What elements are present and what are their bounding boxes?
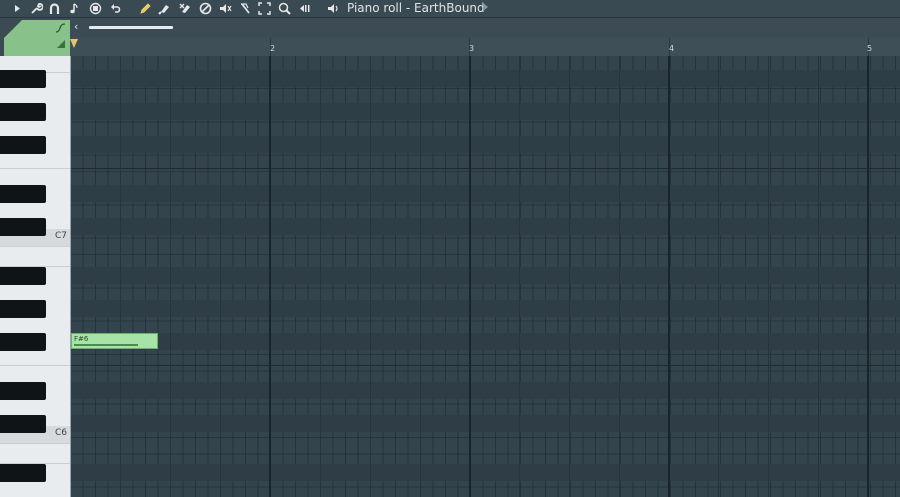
pencil-icon[interactable] xyxy=(137,0,154,17)
window-title[interactable]: Piano roll - EarthBound xyxy=(347,0,485,17)
black-key-row xyxy=(71,136,900,153)
black-key-row xyxy=(71,185,900,202)
bar-line xyxy=(867,56,869,497)
black-key-row xyxy=(71,267,900,284)
delete-icon[interactable] xyxy=(177,0,194,17)
beat-line xyxy=(120,56,121,497)
speaker-icon[interactable] xyxy=(325,0,342,17)
paint-brush-icon[interactable] xyxy=(156,0,173,17)
wrench-icon[interactable] xyxy=(28,0,45,17)
beat-line xyxy=(220,56,221,497)
mute-icon[interactable] xyxy=(197,0,214,17)
black-key[interactable] xyxy=(0,382,46,400)
beat-line xyxy=(718,56,719,497)
octave-label: C7 xyxy=(54,231,67,241)
slice-icon[interactable] xyxy=(237,0,254,17)
scroll-left-arrow-icon[interactable]: ‹ xyxy=(74,21,84,33)
octave-divider xyxy=(71,168,900,169)
record-icon[interactable] xyxy=(87,0,104,17)
mute-speaker-icon[interactable] xyxy=(217,0,234,17)
timeline-ruler[interactable] xyxy=(70,38,900,57)
note-label: F#6 xyxy=(74,335,89,343)
octave-label: C6 xyxy=(54,428,67,438)
zoom-icon[interactable] xyxy=(276,0,293,17)
bar-number: 5 xyxy=(867,44,873,53)
key-divider xyxy=(0,443,70,444)
key-divider xyxy=(0,246,70,247)
beat-line xyxy=(818,56,819,497)
select-icon[interactable] xyxy=(256,0,273,17)
black-key[interactable] xyxy=(0,267,46,285)
magnet-icon[interactable] xyxy=(46,0,63,17)
bar-line xyxy=(469,56,471,497)
black-key-row xyxy=(71,382,900,399)
beat-line xyxy=(569,56,570,497)
beat-line xyxy=(768,56,769,497)
playback-icon[interactable] xyxy=(296,0,313,17)
menu-arrow-icon[interactable] xyxy=(9,0,26,17)
bar-line xyxy=(269,56,271,497)
bar-line xyxy=(668,56,670,497)
black-key-row xyxy=(71,218,900,235)
black-key-row xyxy=(71,70,900,87)
black-key-row xyxy=(71,300,900,317)
key-divider xyxy=(0,365,70,366)
black-key-row xyxy=(71,333,900,350)
bar-number: 2 xyxy=(270,44,276,53)
black-key[interactable] xyxy=(0,464,46,482)
black-key-row xyxy=(71,103,900,120)
bar-number: 3 xyxy=(469,44,475,53)
black-key[interactable] xyxy=(0,103,46,121)
undo-icon[interactable] xyxy=(107,0,124,17)
black-key[interactable] xyxy=(0,70,46,88)
black-key[interactable] xyxy=(0,218,46,236)
beat-line xyxy=(420,56,421,497)
beat-line xyxy=(519,56,520,497)
resize-corner-icon[interactable] xyxy=(57,40,65,48)
note-velocity-bar xyxy=(74,344,138,346)
title-menu-arrow-icon[interactable] xyxy=(483,3,488,11)
beat-line xyxy=(320,56,321,497)
note-block[interactable]: F#6 xyxy=(71,333,158,349)
curve-icon[interactable] xyxy=(55,23,66,34)
scrollbar-thumb[interactable] xyxy=(89,26,173,29)
black-key[interactable] xyxy=(0,136,46,154)
beat-line xyxy=(619,56,620,497)
black-key-row xyxy=(71,464,900,481)
piano-keyboard[interactable]: C7 C6 xyxy=(0,56,71,497)
black-key[interactable] xyxy=(0,185,46,203)
black-key[interactable] xyxy=(0,333,46,351)
note-icon[interactable] xyxy=(66,0,83,17)
beat-line xyxy=(170,56,171,497)
piano-roll-toolbar: Piano roll - EarthBound xyxy=(0,0,900,18)
bar-number: 4 xyxy=(669,44,675,53)
octave-divider xyxy=(71,365,900,366)
beat-line xyxy=(370,56,371,497)
playhead-marker[interactable] xyxy=(70,39,78,48)
key-divider xyxy=(0,168,70,169)
black-key[interactable] xyxy=(0,300,46,318)
black-key-row xyxy=(71,415,900,432)
black-key[interactable] xyxy=(0,415,46,433)
horizontal-scrollbar[interactable] xyxy=(70,18,900,38)
